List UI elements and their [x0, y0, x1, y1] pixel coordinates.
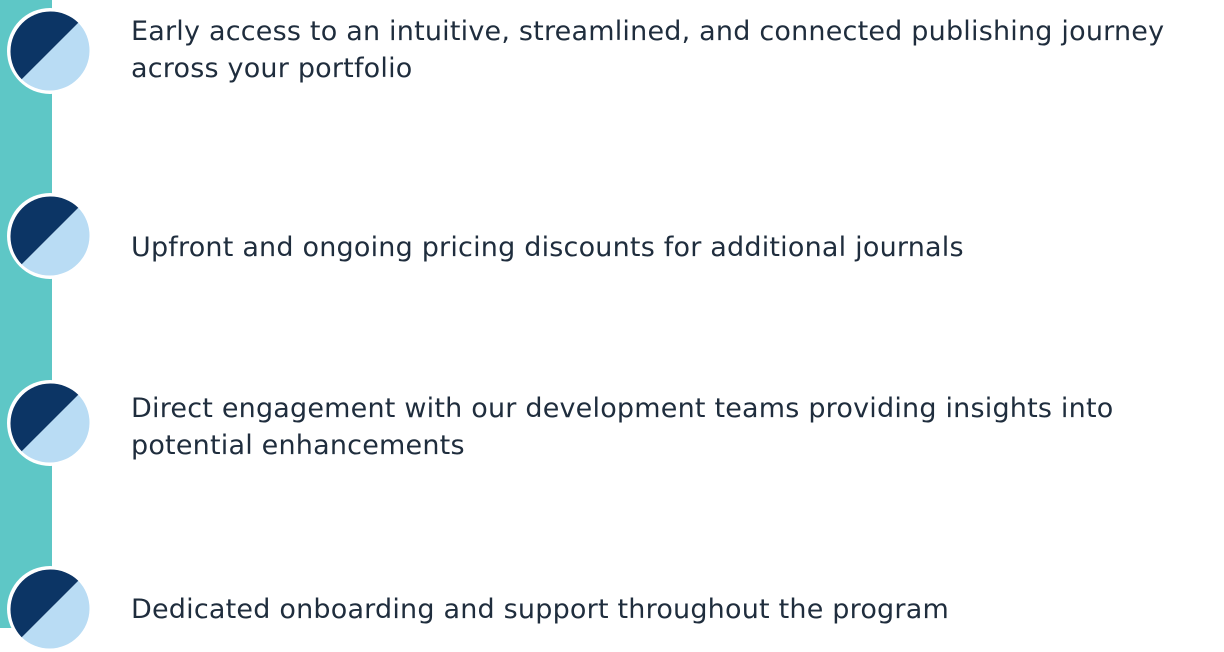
- half-circle-badge-icon: [7, 8, 93, 94]
- half-circle-badge-graphic: [7, 566, 93, 652]
- benefit-text: Dedicated onboarding and support through…: [131, 594, 949, 625]
- benefit-text: Early access to an intuitive, streamline…: [131, 16, 1165, 84]
- half-circle-badge-graphic: [7, 193, 93, 279]
- half-circle-badge-icon: [7, 380, 93, 466]
- half-circle-badge-icon: [7, 566, 93, 652]
- benefit-text: Direct engagement with our development t…: [131, 393, 1114, 461]
- half-circle-badge-graphic: [7, 8, 93, 94]
- accent-bar: [0, 0, 52, 628]
- benefit-text: Upfront and ongoing pricing discounts fo…: [131, 232, 964, 263]
- half-circle-badge-graphic: [7, 380, 93, 466]
- half-circle-badge-icon: [7, 193, 93, 279]
